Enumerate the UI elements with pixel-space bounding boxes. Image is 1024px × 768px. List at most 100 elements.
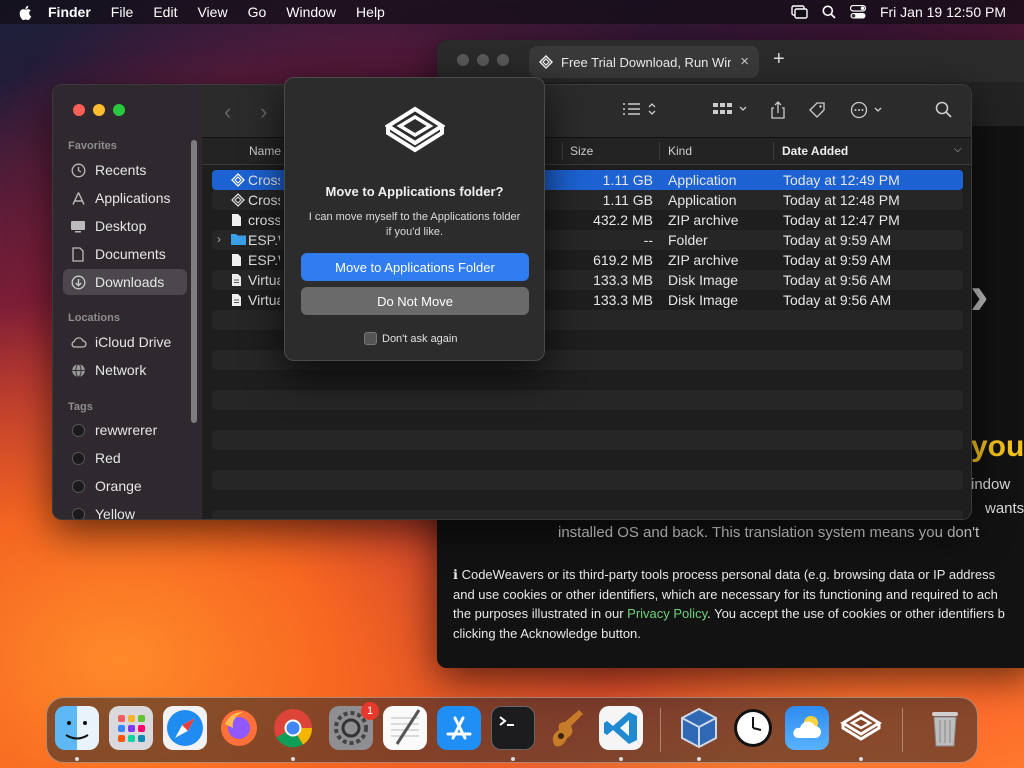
sidebar-item-network[interactable]: Network — [63, 357, 187, 383]
sidebar-tag-orange[interactable]: Orange — [63, 473, 187, 499]
launchpad-dock-icon[interactable] — [109, 706, 153, 750]
sidebar-header-locations: Locations — [68, 312, 120, 324]
menu-file[interactable]: File — [111, 4, 134, 20]
terminal-dock-icon[interactable] — [491, 706, 535, 750]
close-window-button[interactable] — [73, 104, 85, 116]
app-store-dock-icon[interactable] — [437, 706, 481, 750]
empty-row — [212, 370, 963, 390]
sidebar-item-recents[interactable]: Recents — [63, 157, 187, 183]
menu-edit[interactable]: Edit — [153, 4, 177, 20]
globe-icon — [69, 363, 87, 378]
share-icon[interactable] — [770, 101, 786, 119]
menu-go[interactable]: Go — [248, 4, 267, 20]
more-actions-icon[interactable] — [850, 101, 886, 119]
sidebar-item-applications[interactable]: Applications — [63, 185, 187, 211]
privacy-policy-link[interactable]: Privacy Policy — [627, 606, 707, 621]
do-not-move-button[interactable]: Do Not Move — [301, 287, 529, 315]
menu-clock[interactable]: Fri Jan 19 12:50 PM — [880, 4, 1006, 20]
column-header-kind[interactable]: Kind — [668, 144, 692, 158]
system-settings-dock-icon[interactable]: 1 — [329, 702, 379, 750]
chrome-dock-icon[interactable] — [271, 706, 315, 750]
notice-text: . You accept the use of cookies or other… — [707, 606, 1005, 621]
control-center-icon[interactable] — [849, 5, 866, 19]
file-kind: Disk Image — [668, 272, 739, 288]
file-icon — [232, 254, 241, 266]
trash-dock-icon[interactable] — [923, 706, 967, 750]
menu-view[interactable]: View — [197, 4, 227, 20]
sidebar-item-downloads[interactable]: Downloads — [63, 269, 187, 295]
tag-icon[interactable] — [808, 101, 826, 119]
browser-tab-title: Free Trial Download, Run Win — [561, 54, 731, 70]
group-by-icon[interactable] — [713, 101, 749, 117]
back-icon[interactable]: ‹ — [224, 99, 231, 125]
sort-chevron-icon[interactable]: ⌵ — [954, 144, 962, 155]
forward-icon[interactable]: › — [260, 99, 267, 125]
textedit-dock-icon[interactable] — [383, 706, 427, 750]
disclosure-triangle-icon[interactable]: › — [217, 232, 221, 246]
list-view-icon[interactable] — [623, 101, 659, 117]
zoom-window-button[interactable] — [113, 104, 125, 116]
sidebar-tag-red[interactable]: Red — [63, 445, 187, 471]
minimize-window-button[interactable] — [477, 54, 489, 66]
column-header-size[interactable]: Size — [570, 144, 593, 158]
crossover-logo-icon — [385, 106, 445, 153]
sidebar-item-icloud-drive[interactable]: iCloud Drive — [63, 329, 187, 355]
column-header-date-added[interactable]: Date Added — [782, 144, 848, 158]
notice-text: the purposes illustrated in our — [453, 606, 628, 621]
carousel-next-icon[interactable]: › — [970, 262, 989, 327]
weather-dock-icon[interactable] — [785, 706, 829, 750]
finder-dock-icon[interactable] — [55, 706, 99, 750]
zoom-window-button[interactable] — [497, 54, 509, 66]
file-kind: Folder — [668, 232, 708, 248]
virtualbox-dock-icon[interactable] — [677, 706, 721, 750]
safari-dock-icon[interactable] — [163, 706, 207, 750]
file-date-added: Today at 9:59 AM — [783, 252, 892, 268]
clock-dock-icon[interactable] — [731, 706, 775, 750]
sidebar-scrollbar[interactable] — [191, 140, 197, 423]
spotlight-search-icon[interactable] — [822, 5, 836, 19]
checkbox-box[interactable] — [364, 332, 377, 345]
apple-menu-icon[interactable] — [18, 4, 34, 21]
menu-help[interactable]: Help — [356, 4, 385, 20]
crossover-app-icon — [231, 173, 245, 187]
new-tab-button[interactable]: + — [773, 48, 785, 71]
file-date-added: Today at 9:59 AM — [783, 232, 892, 248]
browser-tab[interactable]: Free Trial Download, Run Win × — [529, 46, 759, 78]
crossover-app-icon — [231, 193, 245, 207]
firefox-dock-icon[interactable] — [217, 706, 261, 750]
sidebar-tag-rewwrerer[interactable]: rewwrerer — [63, 417, 187, 443]
sidebar-tag-yellow[interactable]: Yellow — [63, 501, 187, 519]
crossover-dock-icon[interactable] — [839, 706, 883, 750]
dont-ask-again-checkbox[interactable]: Don't ask again — [364, 332, 457, 345]
close-window-button[interactable] — [457, 54, 469, 66]
screen-mirroring-icon[interactable] — [791, 5, 808, 19]
move-to-applications-button[interactable]: Move to Applications Folder — [301, 253, 529, 281]
dialog-title: Move to Applications folder? — [325, 184, 504, 199]
sidebar-item-label: Desktop — [95, 218, 147, 234]
file-icon — [232, 214, 241, 226]
minimize-window-button[interactable] — [93, 104, 105, 116]
column-header-name[interactable]: Name — [249, 144, 281, 158]
page-text-line: indow — [971, 476, 1011, 493]
search-icon[interactable] — [935, 101, 952, 118]
sidebar-item-documents[interactable]: Documents — [63, 241, 187, 267]
file-name: Crossover — [248, 192, 280, 208]
empty-row — [212, 450, 963, 470]
menu-app-name[interactable]: Finder — [48, 4, 91, 20]
sidebar-item-label: Downloads — [95, 274, 165, 290]
garageband-dock-icon[interactable] — [545, 706, 589, 750]
empty-row — [212, 470, 963, 490]
close-tab-button[interactable]: × — [740, 53, 749, 70]
notice-text: CodeWeavers or its third-party tools pro… — [461, 567, 996, 582]
disk-image-icon — [232, 294, 241, 306]
menu-window[interactable]: Window — [286, 4, 336, 20]
notice-text: and use cookies or other identifiers, wh… — [453, 586, 998, 602]
page-text-line: installed OS and back. This translation … — [558, 524, 980, 541]
sidebar-item-label: Network — [95, 362, 147, 378]
sidebar-item-desktop[interactable]: Desktop — [63, 213, 187, 239]
move-to-applications-dialog: Move to Applications folder? I can move … — [284, 77, 545, 361]
vscode-dock-icon[interactable] — [599, 706, 643, 750]
empty-row — [212, 410, 963, 430]
finder-sidebar: Favorites Recents Applications Desktop D… — [53, 85, 202, 519]
downloads-icon — [69, 275, 87, 290]
